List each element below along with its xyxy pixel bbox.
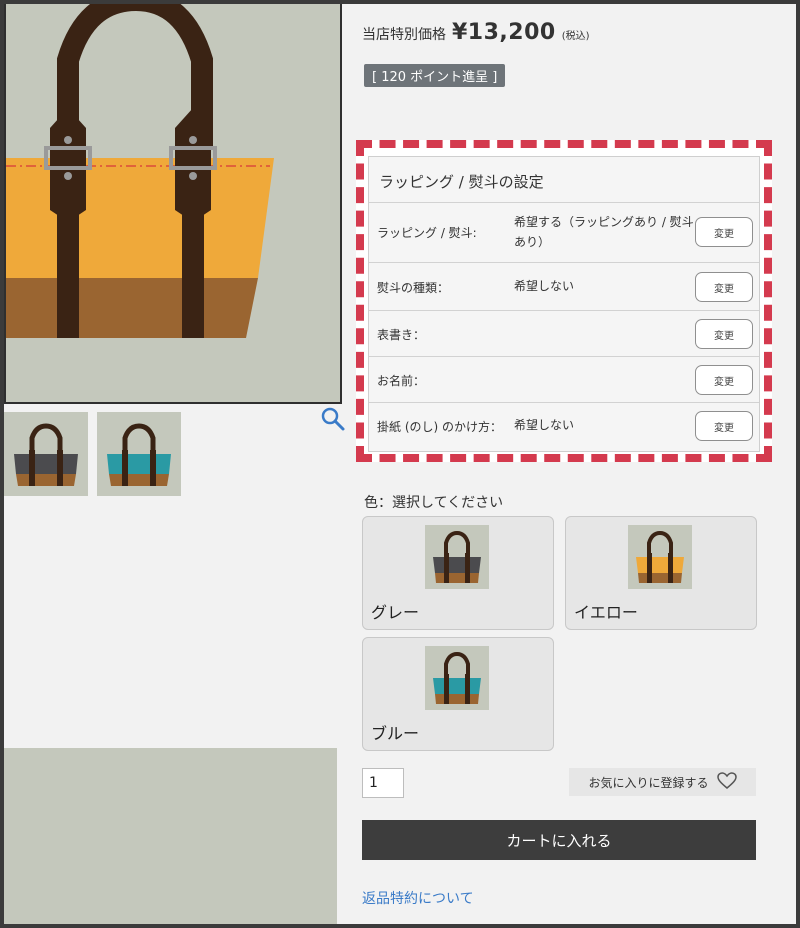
favorite-label: お気に入りに登録する — [588, 775, 709, 790]
color-option-name: イエロー — [574, 603, 638, 622]
color-option-name: グレー — [371, 603, 420, 622]
points-badge: [ 120 ポイント進呈 ] — [364, 64, 506, 87]
thumbnail-blue[interactable] — [97, 412, 181, 496]
quantity-input[interactable] — [362, 768, 404, 798]
price-value: ¥13,200 — [452, 20, 556, 45]
change-wrapping-button[interactable]: 変更 — [695, 217, 753, 247]
price-label: 当店特別価格 — [362, 27, 446, 43]
wrapping-row-label: お名前： — [377, 374, 426, 388]
wrapping-row-label: 表書き： — [377, 328, 426, 342]
color-option-image — [628, 525, 692, 589]
change-omotegaki-button[interactable]: 変更 — [695, 319, 753, 349]
product-main-image[interactable] — [4, 4, 342, 404]
change-noshi-type-button[interactable]: 変更 — [695, 272, 753, 302]
wrapping-row-value: 希望しない — [514, 418, 575, 432]
wrapping-row-wrapping: ラッピング / 熨斗: 希望する（ラッピングあり / 熨斗あり） 変更 — [369, 203, 759, 263]
favorite-button[interactable]: お気に入りに登録する — [569, 768, 756, 796]
wrapping-row-label: ラッピング / 熨斗: — [377, 226, 477, 240]
color-option-image — [425, 525, 489, 589]
price-line: 当店特別価格 ¥13,200 (税込) — [362, 20, 590, 45]
wrapping-settings-title: ラッピング / 熨斗の設定 — [369, 157, 759, 203]
thumbnail-gray[interactable] — [4, 412, 88, 496]
wrapping-settings-panel: ラッピング / 熨斗の設定 ラッピング / 熨斗: 希望する（ラッピングあり /… — [368, 156, 760, 452]
color-option-name: ブルー — [371, 724, 420, 743]
wrapping-row-value: 希望しない — [514, 279, 575, 293]
price-tax-note: (税込) — [561, 31, 590, 42]
wrapping-row-value: 希望する（ラッピングあり / 熨斗あり） — [514, 215, 694, 249]
heart-icon — [716, 771, 737, 793]
page-frame: 当店特別価格 ¥13,200 (税込) [ 120 ポイント進呈 ] ラッピング… — [4, 4, 796, 924]
wrapping-row-kakegami: 掛紙 (のし) のかけ方： 希望しない 変更 — [369, 403, 759, 449]
color-option-yellow[interactable]: イエロー — [565, 516, 757, 630]
wrapping-row-noshi-type: 熨斗の種類： 希望しない 変更 — [369, 263, 759, 311]
change-name-button[interactable]: 変更 — [695, 365, 753, 395]
product-secondary-image — [4, 748, 337, 924]
color-option-blue[interactable]: ブルー — [362, 637, 554, 751]
wrapping-row-label: 掛紙 (のし) のかけ方： — [377, 420, 502, 434]
wrapping-row-label: 熨斗の種類： — [377, 281, 450, 295]
color-select-label: 色：選択してください — [364, 495, 504, 511]
wrapping-row-name: お名前： 変更 — [369, 357, 759, 403]
wrapping-row-omotegaki: 表書き： 変更 — [369, 311, 759, 357]
color-option-image — [425, 646, 489, 710]
change-kakegami-button[interactable]: 変更 — [695, 411, 753, 441]
return-policy-link[interactable]: 返品特約について — [362, 888, 474, 908]
add-to-cart-button[interactable]: カートに入れる — [362, 820, 756, 860]
color-option-gray[interactable]: グレー — [362, 516, 554, 630]
zoom-icon[interactable] — [320, 406, 346, 432]
